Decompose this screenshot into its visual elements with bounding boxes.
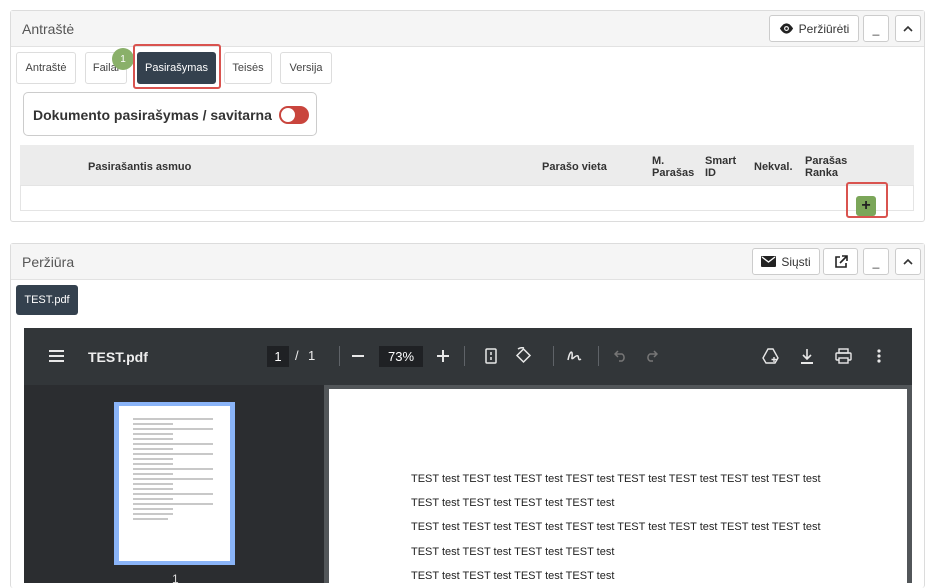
panel-header: Peržiūra Siųsti _	[11, 244, 924, 280]
table-row	[20, 185, 914, 211]
signers-table: Pasirašantis asmuo Parašo vieta M. Paraš…	[20, 145, 914, 211]
files-count-badge: 1	[112, 48, 134, 70]
pdf-text-line: TEST test TEST test TEST test TEST test	[411, 570, 615, 582]
collapse-button[interactable]	[895, 15, 921, 42]
pdf-viewer: TEST.pdf 1 / 1 73% 1 TEST test TEST test…	[24, 328, 912, 583]
self-service-toggle[interactable]	[279, 106, 309, 124]
thumbnail-text-line	[133, 493, 213, 495]
col-smart-id: Smart ID	[705, 155, 737, 179]
drive-icon[interactable]	[762, 348, 780, 364]
plus-icon[interactable]	[437, 350, 449, 362]
minus-icon[interactable]	[352, 355, 364, 357]
thumbnail-text-line	[133, 498, 173, 500]
pdf-text-line: TEST test TEST test TEST test TEST test …	[411, 473, 821, 485]
thumbnail-text-line	[133, 418, 213, 420]
thumbnail-text-line	[133, 473, 173, 475]
thumbnail-text-line	[133, 513, 173, 515]
thumbnail-text-line	[133, 433, 173, 435]
zoom-input[interactable]: 73%	[379, 346, 423, 367]
add-button-highlight	[846, 182, 888, 218]
file-button[interactable]: TEST.pdf	[16, 285, 78, 315]
page-separator: /	[295, 348, 299, 363]
header-panel: Antraštė Peržiūrėti _ Antraštė Failai 1 …	[10, 10, 925, 222]
thumbnail-text-line	[133, 518, 168, 520]
thumbnail-text-line	[133, 463, 173, 465]
thumbnail-text-line	[133, 438, 173, 440]
thumbnail-text-line	[133, 508, 173, 510]
preview-panel: Peržiūra Siųsti _ TEST.pdf TEST.pdf 1 / …	[10, 243, 925, 588]
panel-header: Antraštė Peržiūrėti _	[11, 11, 924, 47]
self-service-toggle-label: Dokumento pasirašymas / savitarna	[33, 107, 272, 123]
tab-version[interactable]: Versija	[280, 52, 332, 84]
eye-icon	[779, 23, 793, 34]
thumbnail-text-line	[133, 453, 213, 455]
thumbnail-sidebar: 1	[24, 385, 324, 583]
download-icon[interactable]	[800, 348, 814, 364]
page-number-input[interactable]: 1	[267, 346, 289, 367]
signing-tab-highlight	[133, 44, 221, 89]
minimize-button[interactable]: _	[863, 15, 889, 42]
thumbnail-text-line	[133, 448, 173, 450]
pdf-text-line: TEST test TEST test TEST test TEST test …	[411, 521, 821, 533]
panel-title: Peržiūra	[22, 254, 75, 270]
fit-page-icon[interactable]	[485, 348, 497, 364]
col-sign-place: Parašo vieta	[542, 161, 607, 173]
print-icon[interactable]	[835, 348, 852, 364]
thumbnail-text-line	[133, 443, 213, 445]
chevron-up-icon	[903, 258, 913, 265]
open-external-button[interactable]	[823, 248, 858, 275]
more-icon[interactable]	[877, 349, 881, 363]
self-service-toggle-card: Dokumento pasirašymas / savitarna	[23, 92, 317, 136]
redo-icon[interactable]	[645, 350, 658, 362]
col-signer: Pasirašantis asmuo	[88, 161, 192, 173]
minimize-icon: _	[872, 21, 880, 36]
rotate-icon[interactable]	[515, 347, 532, 364]
toolbar-divider	[339, 346, 340, 366]
external-link-icon	[834, 254, 848, 268]
pdf-page: TEST test TEST test TEST test TEST test …	[329, 389, 907, 583]
envelope-icon	[761, 256, 777, 267]
draw-icon[interactable]	[566, 348, 582, 364]
chevron-up-icon	[903, 25, 913, 32]
col-hand-sign: Parašas Ranka	[805, 155, 848, 179]
preview-button[interactable]: Peržiūrėti	[769, 15, 859, 42]
minimize-icon: _	[872, 254, 880, 269]
pdf-text-line: TEST test TEST test TEST test TEST test	[411, 546, 615, 558]
thumbnail-text-line	[133, 503, 213, 505]
pdf-filename: TEST.pdf	[88, 349, 148, 365]
panel-title: Antraštė	[22, 21, 75, 37]
send-label: Siųsti	[781, 254, 811, 269]
thumbnail-text-line	[133, 488, 173, 490]
thumbnail-page	[119, 406, 230, 561]
pdf-toolbar: TEST.pdf 1 / 1 73%	[24, 328, 912, 385]
tab-header[interactable]: Antraštė	[16, 52, 76, 84]
tab-permissions[interactable]: Teisės	[224, 52, 272, 84]
toolbar-divider	[464, 346, 465, 366]
thumbnail-text-line	[133, 423, 173, 425]
page-total: 1	[308, 348, 316, 363]
thumbnail-text-line	[133, 483, 173, 485]
thumbnail-text-line	[133, 428, 213, 430]
thumbnail-text-line	[133, 478, 213, 480]
menu-icon[interactable]	[49, 350, 64, 362]
page-thumbnail[interactable]	[114, 402, 235, 565]
col-nonqualified: Nekval.	[754, 161, 793, 173]
send-button[interactable]: Siųsti	[752, 248, 820, 275]
undo-icon[interactable]	[614, 350, 627, 362]
thumbnail-page-number: 1	[172, 572, 179, 583]
thumbnail-text-line	[133, 468, 213, 470]
pdf-text-line: TEST test TEST test TEST test TEST test	[411, 497, 615, 509]
collapse-button[interactable]	[895, 248, 921, 275]
minimize-button[interactable]: _	[863, 248, 889, 275]
preview-label: Peržiūrėti	[798, 21, 850, 36]
toolbar-divider	[598, 346, 599, 366]
toolbar-divider	[553, 346, 554, 366]
thumbnail-text-line	[133, 458, 173, 460]
table-header: Pasirašantis asmuo Parašo vieta M. Paraš…	[20, 145, 914, 185]
col-mobile-sign: M. Parašas	[652, 155, 695, 179]
toggle-knob	[281, 108, 295, 122]
